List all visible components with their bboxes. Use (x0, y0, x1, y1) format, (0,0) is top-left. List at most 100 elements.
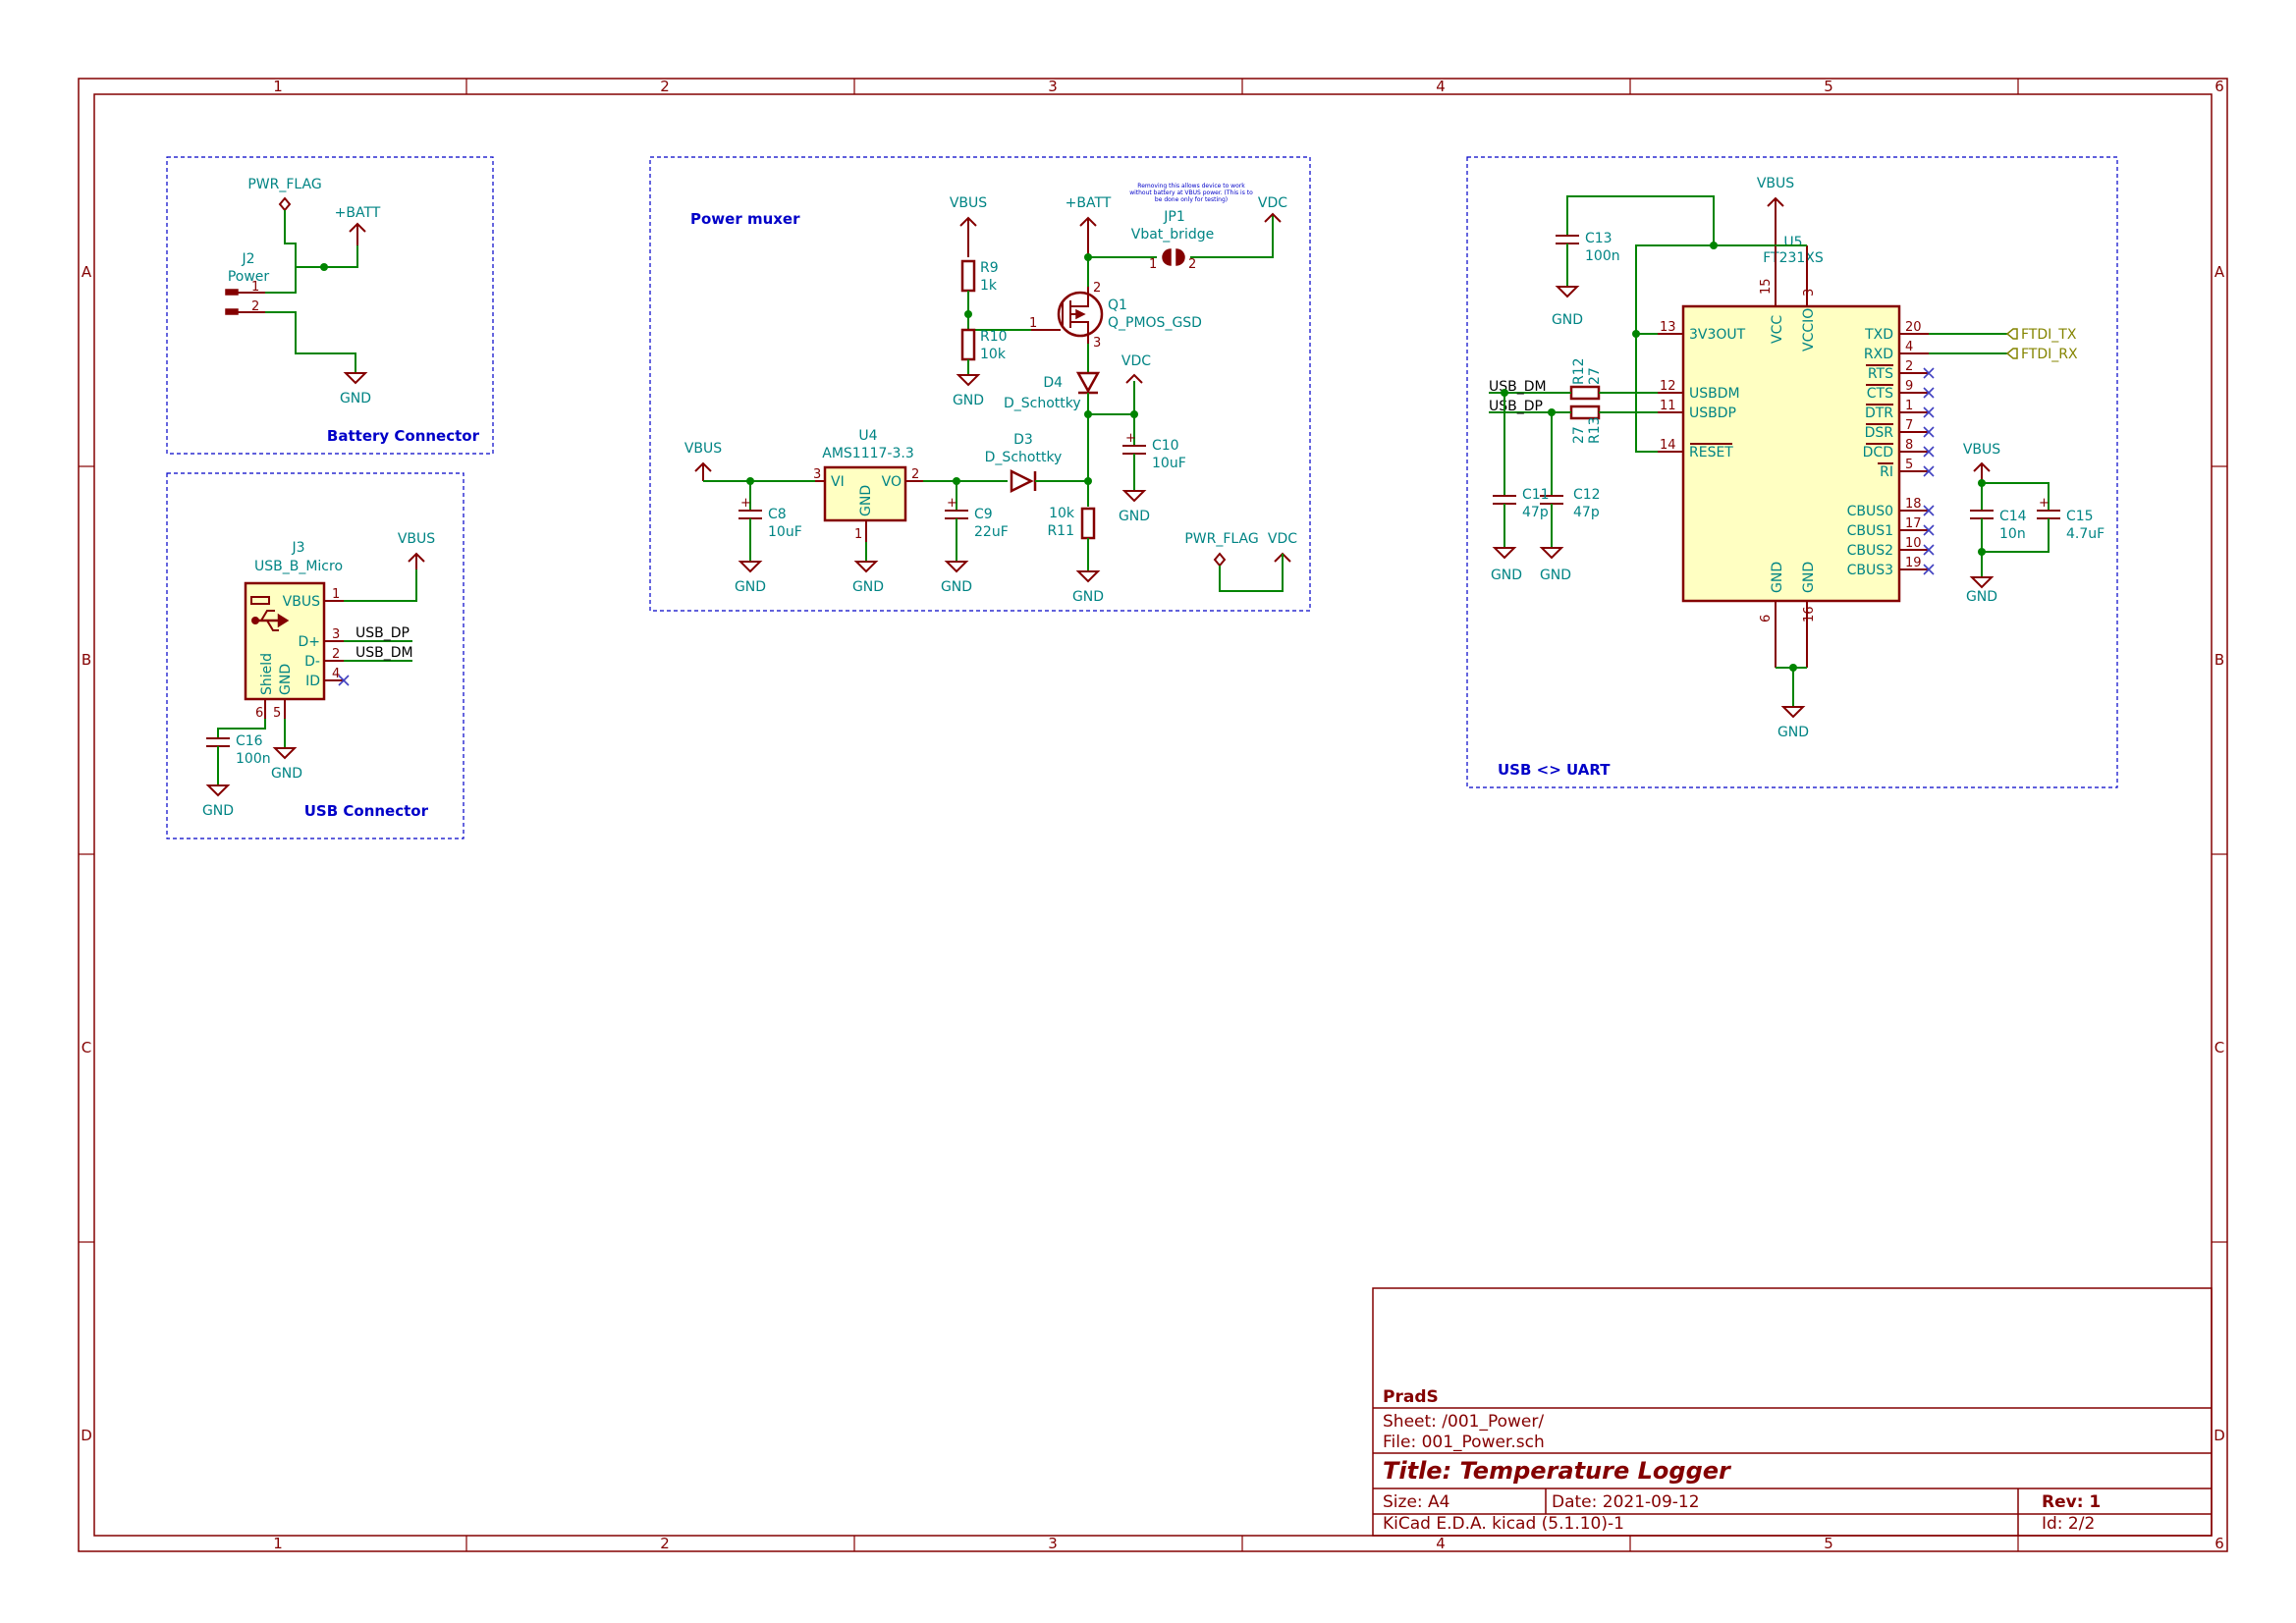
r10-value: 10k (980, 347, 1007, 362)
u5-ref: U5 (1783, 235, 1802, 250)
c10-polarity: + (1125, 431, 1136, 446)
gnd-symbol (1969, 576, 1995, 589)
u5-rxd-pin: RXD (1864, 347, 1893, 362)
jp1-solder-bridge (1162, 248, 1185, 266)
batt-label: +BATT (335, 205, 381, 221)
j3-vbus-wire (344, 569, 417, 602)
jp1-value: Vbat_bridge (1131, 227, 1214, 243)
gnd-symbol (944, 561, 969, 573)
u5-pin11-num: 11 (1660, 399, 1676, 413)
gnd-symbol (1492, 547, 1564, 560)
u5-cbus2-pin: CBUS2 (1847, 543, 1893, 559)
c8-gnd-label: GND (735, 579, 766, 595)
uart-vbus-label: VBUS (1757, 176, 1794, 191)
u5-txd-pin: TXD (1864, 327, 1893, 343)
u5-pin19-num: 19 (1905, 556, 1922, 570)
u4-vi-pin: VI (831, 474, 845, 490)
j2-pin2-wire (265, 311, 356, 373)
c10-value: 10uF (1152, 456, 1186, 471)
c8-polarity: + (740, 496, 751, 511)
vdc-node-wire (1088, 381, 1135, 415)
r10-gnd-label: GND (953, 393, 984, 408)
r10-resistor (960, 328, 976, 361)
sheet-size: Size: A4 (1383, 1492, 1449, 1512)
j3-usb-dm-label: USB_DM (355, 645, 413, 661)
u5-pin8-num: 8 (1905, 438, 1913, 453)
c14-ref: C14 (1999, 509, 2027, 524)
c11-ref: C11 (1522, 487, 1550, 503)
u5-ri-pin: RI (1880, 464, 1893, 480)
j2-value: Power (228, 269, 270, 285)
c16-gnd-label: GND (202, 803, 234, 819)
jp1-note: Removing this allows device to work with… (1129, 183, 1253, 203)
sheet-id: Id: 2/2 (2042, 1514, 2095, 1534)
gnd-symbol (1121, 490, 1147, 503)
pwr-flag-symbol (1213, 552, 1227, 568)
vbus-top-label: VBUS (950, 195, 987, 211)
c16-value: 100n (236, 751, 271, 767)
u5-rts-pin: RTS (1868, 366, 1893, 382)
j3-gnd-label: GND (271, 766, 302, 782)
u4-value: AMS1117-3.3 (822, 446, 914, 461)
pwr-flag-wire (284, 210, 324, 268)
col-label-5: 5 (1824, 78, 1833, 95)
u5-right-pin-lines (1899, 333, 1929, 472)
row-label-c-right: C (2214, 1039, 2224, 1056)
c13-capacitor (1556, 235, 1579, 244)
hier-label-shapes (2005, 328, 2018, 359)
revision: Rev: 1 (2042, 1492, 2101, 1512)
row-label-b-right: B (2214, 651, 2224, 669)
j3-pin5-num: 5 (273, 706, 281, 721)
r13-resistor (1569, 405, 1601, 420)
gnd-label: GND (340, 391, 371, 406)
u4-gnd-pin: GND (858, 485, 874, 516)
c15-ref: C15 (2066, 509, 2094, 524)
row-label-b: B (82, 651, 91, 669)
u5-pin13-num: 13 (1660, 320, 1676, 335)
c13-gnd-label: GND (1552, 312, 1583, 328)
power-section-title: Power muxer (690, 210, 800, 228)
junction (1978, 479, 1986, 487)
j3-dp-pin-name: D+ (298, 634, 320, 650)
u4-pin1-num: 1 (854, 527, 862, 542)
u5-dsr-pin: DSR (1865, 425, 1894, 441)
j3-pin4-num: 4 (332, 667, 340, 681)
vbus-arrow-symbol (1767, 196, 1784, 245)
j3-vbus-power-label: VBUS (398, 531, 435, 547)
battery-section-border (166, 156, 494, 455)
c11-gnd-label: GND (1491, 568, 1522, 583)
c14-value: 10n (1999, 526, 2026, 542)
u5-pin3-num: 3 (1802, 289, 1817, 297)
u5-dcd-pin: DCD (1863, 445, 1893, 460)
r13-value: 27 (1571, 426, 1587, 444)
j3-value: USB_B_Micro (254, 559, 343, 574)
col-label-3: 3 (1048, 78, 1058, 95)
col-label-1-bottom: 1 (273, 1535, 283, 1552)
power-muxer-section: Power muxer Removing this allows device … (649, 156, 1311, 612)
junction (320, 263, 328, 271)
col-label-3-bottom: 3 (1048, 1535, 1058, 1552)
vbus-arrow-symbol (959, 216, 977, 257)
junction (1632, 330, 1640, 338)
u4-gnd-label: GND (852, 579, 884, 595)
j2-pin1-symbol (225, 289, 239, 296)
u5-pin16-num: 16 (1802, 606, 1817, 622)
r11-gnd-label: GND (1072, 589, 1104, 605)
u5-dtr-pin: DTR (1865, 406, 1893, 421)
c11-value: 47p (1522, 505, 1549, 520)
batt-wire (324, 245, 358, 268)
u5-cbus1-pin: CBUS1 (1847, 523, 1893, 539)
vdc-top-label: VDC (1258, 195, 1287, 211)
r11-value: 10k (1049, 506, 1075, 521)
c9-capacitor (945, 510, 968, 519)
vdc-flag-label: VDC (1268, 531, 1297, 547)
txd-rxd-wires (1929, 333, 2007, 354)
u4-pin3-num: 3 (813, 467, 821, 482)
c14-gnd-label: GND (1966, 589, 1997, 605)
j3-vbus-pin-name: VBUS (283, 594, 320, 610)
d3-diode (1010, 468, 1037, 494)
jp1-ref: JP1 (1163, 209, 1184, 225)
u5-gnd-label: GND (1777, 725, 1809, 740)
pwr-flag-symbol (278, 196, 292, 212)
col-label-6: 6 (2214, 78, 2224, 95)
